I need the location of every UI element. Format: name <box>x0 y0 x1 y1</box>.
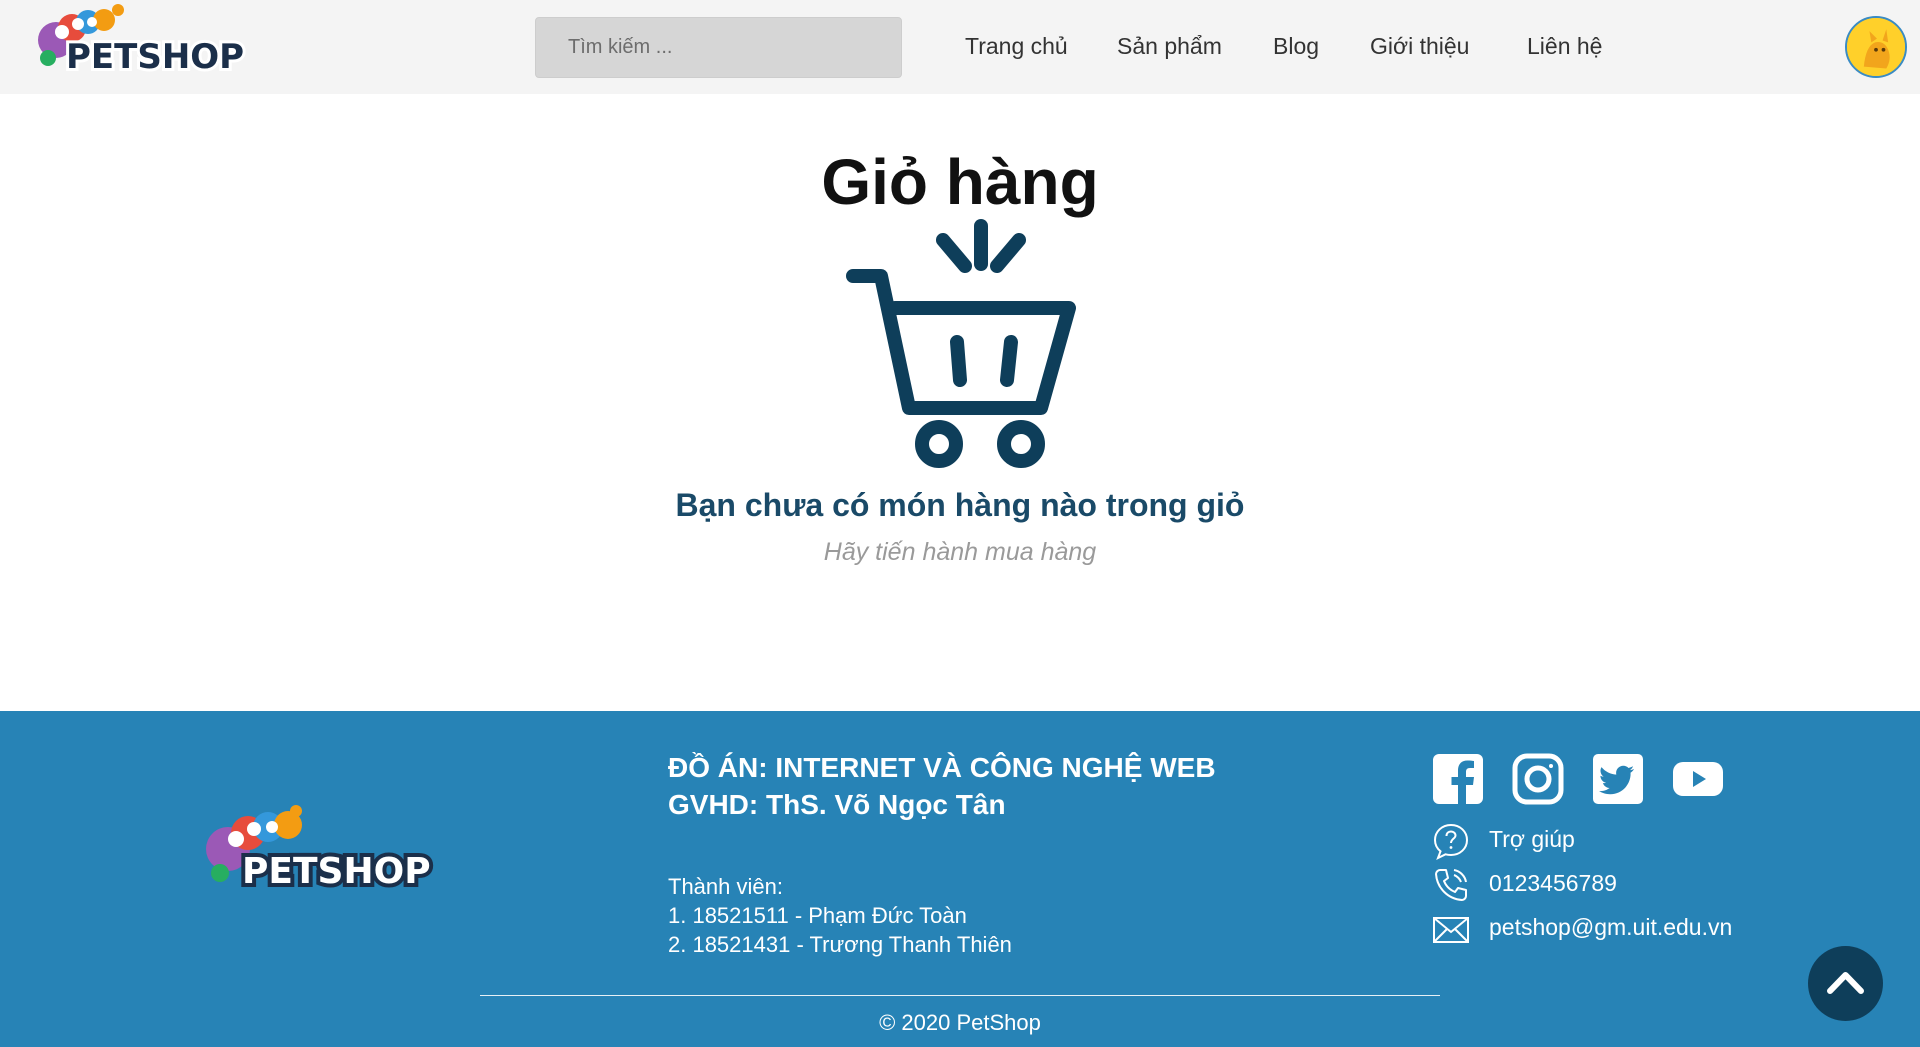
nav-blog[interactable]: Blog <box>1273 31 1319 61</box>
scroll-to-top-button[interactable] <box>1808 946 1883 1021</box>
envelope-icon <box>1432 910 1470 948</box>
youtube-icon[interactable] <box>1672 753 1724 805</box>
project-title: ĐỒ ÁN: INTERNET VÀ CÔNG NGHỆ WEB <box>668 752 1216 783</box>
empty-cart-message: Bạn chưa có món hàng nào trong giỏ <box>675 487 1245 523</box>
main-nav: Trang chủ Sản phẩm Blog Giới thiệu Liên … <box>0 0 1920 94</box>
members-list: Thành viên: 1. 18521511 - Phạm Đức Toàn … <box>668 872 1012 959</box>
empty-cart-subtext: Hãy tiến hành mua hàng <box>823 538 1097 566</box>
question-icon <box>1432 822 1470 861</box>
nav-contact[interactable]: Liên hệ <box>1527 31 1602 61</box>
footer-divider <box>480 995 1440 996</box>
members-label: Thành viên: <box>668 874 783 899</box>
project-instructor: GVHD: ThS. Võ Ngọc Tân <box>668 789 1006 820</box>
member-item: 2. 18521431 - Trương Thanh Thiên <box>668 932 1012 957</box>
project-info: ĐỒ ÁN: INTERNET VÀ CÔNG NGHỆ WEB GVHD: T… <box>668 749 1216 823</box>
nav-about[interactable]: Giới thiệu <box>1370 31 1469 61</box>
footer: PETSHOP PETSHOP ĐỒ ÁN: INTERNET VÀ CÔNG … <box>0 711 1920 1047</box>
instagram-icon[interactable] <box>1512 753 1564 805</box>
phone-number: 0123456789 <box>1489 870 1617 896</box>
chevron-up-icon <box>1827 972 1864 994</box>
user-avatar[interactable] <box>1845 16 1907 78</box>
help-label: Trợ giúp <box>1489 826 1575 852</box>
page-title: Giỏ hàng <box>821 146 1099 218</box>
phone-icon <box>1432 866 1470 904</box>
twitter-icon[interactable] <box>1592 753 1644 805</box>
footer-logo[interactable]: PETSHOP PETSHOP <box>198 803 448 899</box>
shopping-cart-icon <box>843 216 1083 472</box>
email-address: petshop@gm.uit.edu.vn <box>1489 914 1733 940</box>
nav-products[interactable]: Sản phẩm <box>1117 31 1222 61</box>
facebook-icon[interactable] <box>1432 753 1484 805</box>
page: PETSHOP PETSHOP Trang chủ Sản phẩm Blog … <box>0 0 1920 1047</box>
top-header: PETSHOP PETSHOP Trang chủ Sản phẩm Blog … <box>0 0 1920 94</box>
member-item: 1. 18521511 - Phạm Đức Toàn <box>668 903 967 928</box>
copyright: © 2020 PetShop <box>879 1010 1041 1035</box>
nav-home[interactable]: Trang chủ <box>965 31 1068 61</box>
svg-text:PETSHOP: PETSHOP <box>242 851 431 892</box>
